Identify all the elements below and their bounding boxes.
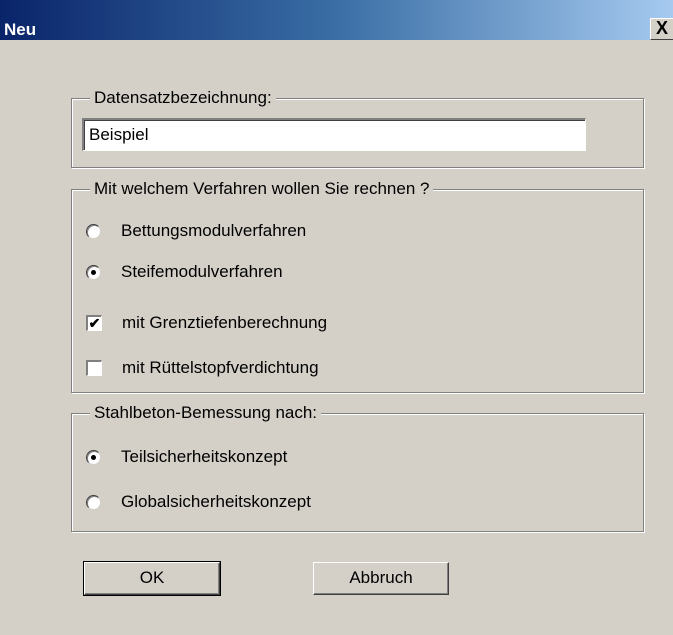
cancel-button[interactable]: Abbruch xyxy=(313,562,449,595)
radio-button-checked-icon xyxy=(86,264,101,280)
radio-bettungsmodulverfahren[interactable]: Bettungsmodulverfahren xyxy=(86,219,306,243)
close-button[interactable]: X xyxy=(650,18,673,40)
checkbox-ruettelstopfverdichtung[interactable]: mit Rüttelstopfverdichtung xyxy=(86,356,319,380)
close-icon: X xyxy=(655,18,668,38)
method-legend: Mit welchem Verfahren wollen Sie rechnen… xyxy=(90,179,434,199)
ok-button[interactable]: OK xyxy=(83,561,221,596)
dataset-name-legend: Datensatzbezeichnung: xyxy=(90,88,276,108)
radio-teilsicherheitskonzept[interactable]: Teilsicherheitskonzept xyxy=(86,445,287,469)
checkbox-grenztiefenberechnung[interactable]: ✔ mit Grenztiefenberechnung xyxy=(86,311,327,335)
option-label: mit Rüttelstopfverdichtung xyxy=(122,358,319,377)
dataset-name-input[interactable] xyxy=(82,118,586,151)
design-legend: Stahlbeton-Bemessung nach: xyxy=(90,403,322,423)
option-label: Steifemodulverfahren xyxy=(121,262,283,281)
radio-button-icon xyxy=(86,494,101,510)
window-title: Neu xyxy=(4,20,37,39)
option-label: Bettungsmodulverfahren xyxy=(121,221,307,240)
design-group: Stahlbeton-Bemessung nach: xyxy=(71,403,644,532)
option-label: mit Grenztiefenberechnung xyxy=(122,313,328,332)
radio-button-icon xyxy=(86,223,101,239)
checkbox-icon xyxy=(86,360,102,376)
option-label: Teilsicherheitskonzept xyxy=(121,447,288,466)
checkbox-checked-icon: ✔ xyxy=(86,315,102,331)
title-bar: Neu X xyxy=(0,0,673,40)
radio-button-checked-icon xyxy=(86,449,101,465)
option-label: Globalsicherheitskonzept xyxy=(121,492,311,511)
radio-steifemodulverfahren[interactable]: Steifemodulverfahren xyxy=(86,260,283,284)
radio-globalsicherheitskonzept[interactable]: Globalsicherheitskonzept xyxy=(86,490,311,514)
new-dialog: Neu X Datensatzbezeichnung: Mit welchem … xyxy=(0,0,673,635)
